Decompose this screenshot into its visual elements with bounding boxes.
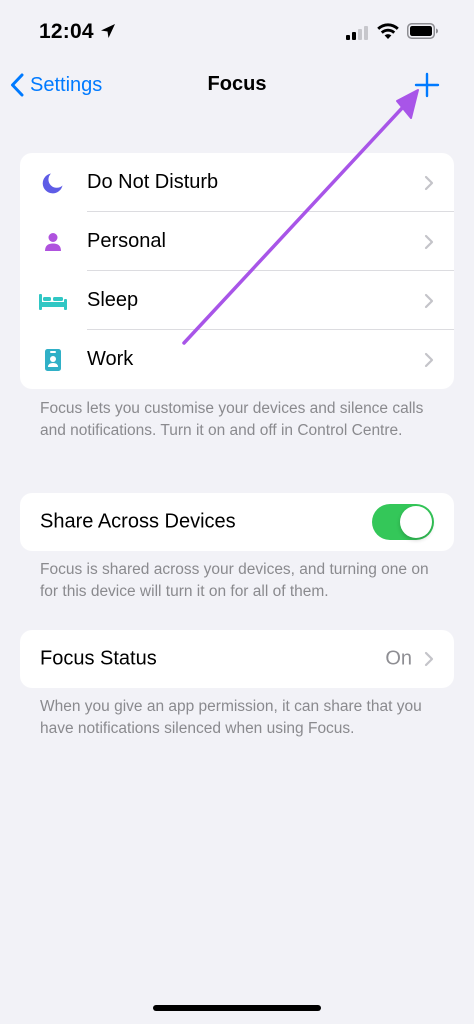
moon-icon (41, 171, 65, 195)
cellular-signal-icon (346, 26, 368, 45)
focus-status-value: On (385, 647, 412, 670)
navigation-bar: Settings Focus (0, 62, 474, 108)
focus-mode-label: Personal (87, 230, 166, 252)
chevron-right-icon (424, 352, 434, 368)
chevron-right-icon (424, 234, 434, 250)
chevron-right-icon (424, 651, 434, 667)
focus-mode-personal[interactable]: Personal (20, 212, 454, 271)
home-indicator[interactable] (153, 1005, 321, 1011)
person-icon (41, 230, 65, 254)
share-across-devices-toggle[interactable] (372, 504, 434, 540)
share-description: Focus is shared across your devices, and… (40, 561, 429, 600)
focus-mode-label: Sleep (87, 289, 139, 311)
focus-mode-label: Do Not Disturb (87, 171, 219, 193)
focus-mode-sleep[interactable]: Sleep (20, 271, 454, 330)
focus-modes-list: Do Not Disturb Personal Sleep Work (20, 153, 454, 389)
chevron-right-icon (424, 175, 434, 191)
page-title: Focus (207, 73, 267, 95)
focus-status-label: Focus Status (40, 647, 157, 670)
toggle-knob (400, 506, 432, 538)
bed-icon (38, 289, 68, 313)
focus-mode-work[interactable]: Work (20, 330, 454, 389)
battery-icon (407, 23, 439, 44)
add-focus-button[interactable] (412, 70, 442, 100)
chevron-right-icon (424, 293, 434, 309)
focus-mode-do-not-disturb[interactable]: Do Not Disturb (20, 153, 454, 212)
focus-description: Focus lets you customise your devices an… (40, 400, 424, 439)
wifi-icon (377, 22, 399, 45)
location-arrow-icon (100, 23, 116, 44)
status-bar: 12:04 (0, 0, 474, 62)
plus-icon (412, 72, 442, 104)
share-across-devices-row: Share Across Devices (20, 493, 454, 551)
status-time: 12:04 (39, 20, 94, 43)
focus-status-description: When you give an app permission, it can … (40, 698, 422, 737)
id-badge-icon (41, 348, 65, 372)
share-across-devices-label: Share Across Devices (40, 510, 236, 533)
focus-mode-label: Work (87, 348, 134, 370)
focus-status-row[interactable]: Focus Status On (20, 630, 454, 688)
